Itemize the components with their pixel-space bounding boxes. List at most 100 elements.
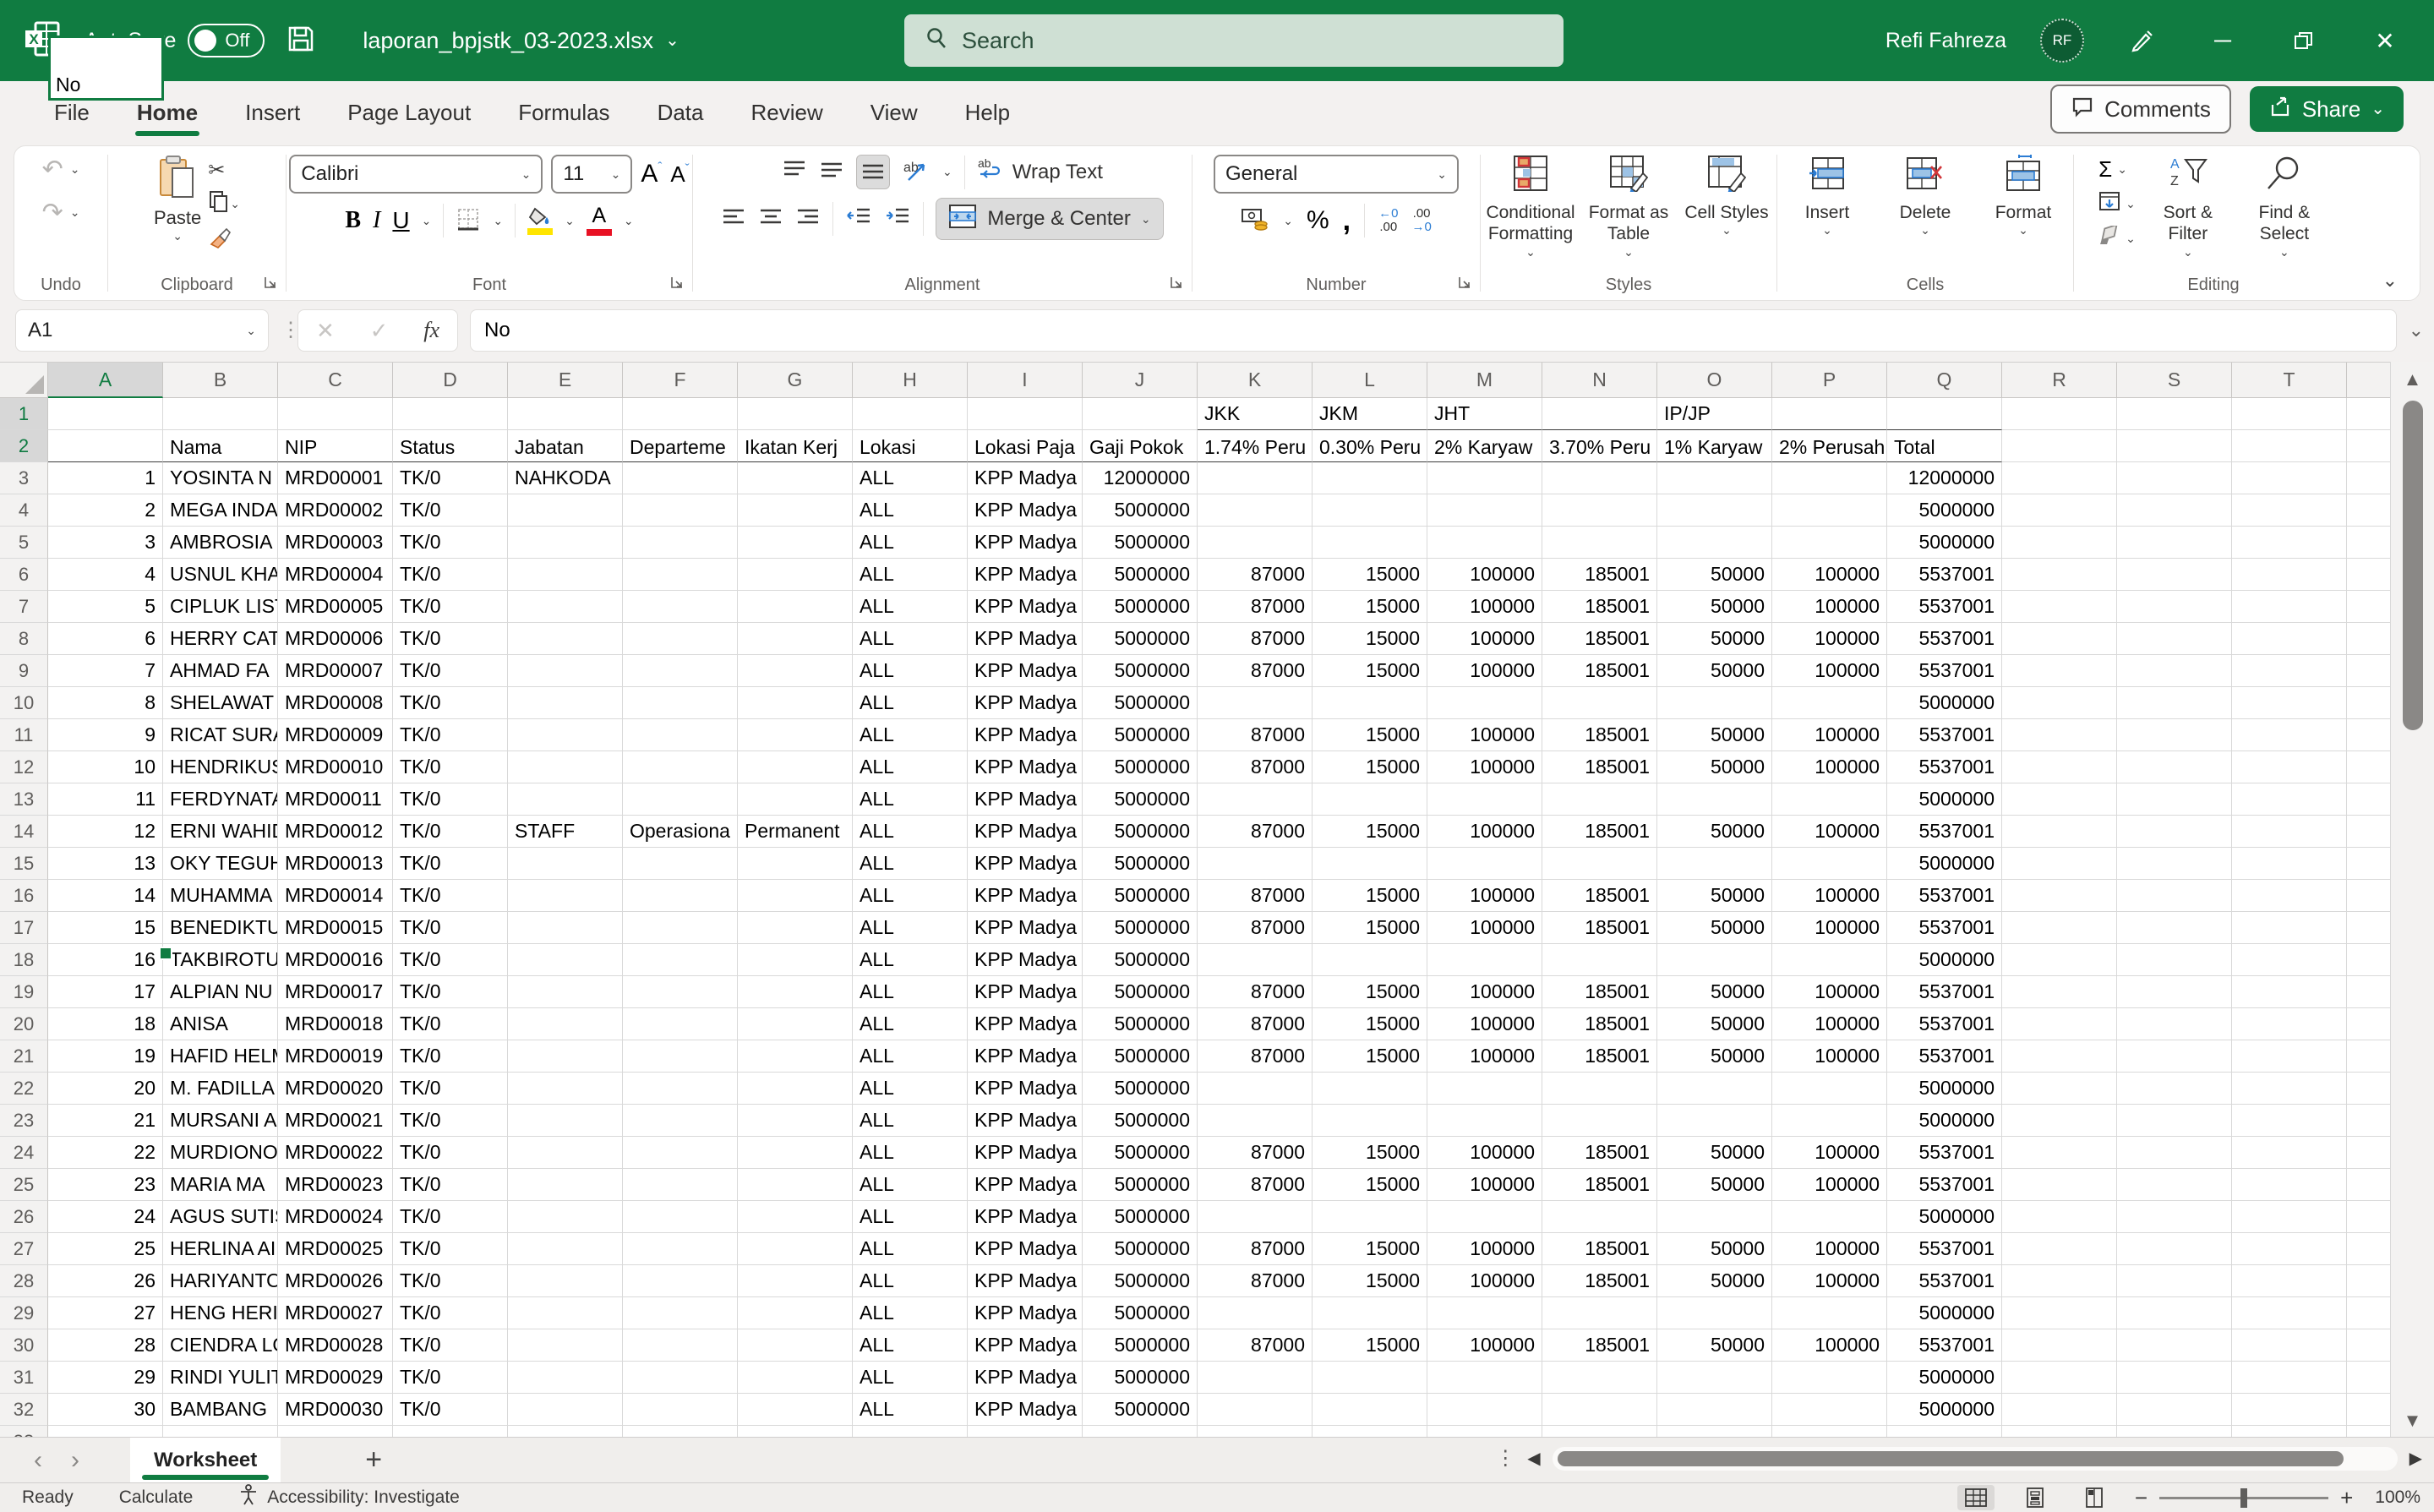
cell-I4[interactable]: KPP Madya <box>968 494 1083 527</box>
cell-F14[interactable]: Operasiona <box>623 816 738 848</box>
cell-F33[interactable] <box>623 1426 738 1437</box>
insert-cells-button[interactable]: Insert ⌄ <box>1781 155 1874 237</box>
cell-C5[interactable]: MRD00003 <box>278 527 393 559</box>
cell-D26[interactable]: TK/0 <box>393 1201 508 1233</box>
cell-P1[interactable] <box>1772 398 1887 430</box>
cell-T18[interactable] <box>2232 944 2347 976</box>
cell-L6[interactable]: 15000 <box>1313 559 1427 591</box>
row-header-32[interactable]: 32 <box>0 1394 48 1426</box>
underline-button[interactable]: U <box>392 207 409 234</box>
cell-Q14[interactable]: 5537001 <box>1887 816 2002 848</box>
cell-C17[interactable]: MRD00015 <box>278 912 393 944</box>
cell-K7[interactable]: 87000 <box>1198 591 1313 623</box>
close-button[interactable]: ✕ <box>2361 27 2409 55</box>
cell-S29[interactable] <box>2117 1297 2232 1329</box>
cell-J28[interactable]: 5000000 <box>1083 1265 1198 1297</box>
cut-button[interactable]: ✂ <box>208 158 225 183</box>
cell-G17[interactable] <box>738 912 853 944</box>
cell-B21[interactable]: HAFID HELM <box>163 1040 278 1073</box>
cell-R18[interactable] <box>2002 944 2117 976</box>
cell-D2[interactable]: Status <box>393 430 508 462</box>
cell-F10[interactable] <box>623 687 738 719</box>
cell-E4[interactable] <box>508 494 623 527</box>
cell-Q17[interactable]: 5537001 <box>1887 912 2002 944</box>
cell-F13[interactable] <box>623 783 738 816</box>
cell-Q11[interactable]: 5537001 <box>1887 719 2002 751</box>
cell-Q1[interactable] <box>1887 398 2002 430</box>
column-header-E[interactable]: E <box>508 363 623 398</box>
cell-L28[interactable]: 15000 <box>1313 1265 1427 1297</box>
cell-U4[interactable] <box>2347 494 2390 527</box>
number-dialog-launcher[interactable] <box>1458 276 1471 293</box>
copy-button[interactable]: ⌄ <box>208 189 240 219</box>
cell-H4[interactable]: ALL <box>853 494 968 527</box>
row-header-6[interactable]: 6 <box>0 559 48 591</box>
cell-Q9[interactable]: 5537001 <box>1887 655 2002 687</box>
cell-E14[interactable]: STAFF <box>508 816 623 848</box>
cell-O4[interactable] <box>1657 494 1772 527</box>
column-header-I[interactable]: I <box>968 363 1083 398</box>
increase-font-button[interactable]: Aˆ <box>641 160 662 188</box>
cell-U19[interactable] <box>2347 976 2390 1008</box>
cell-R3[interactable] <box>2002 462 2117 494</box>
find-select-button[interactable]: Find & Select ⌄ <box>2240 155 2328 259</box>
cell-N23[interactable] <box>1542 1105 1657 1137</box>
cell-N18[interactable] <box>1542 944 1657 976</box>
cell-S24[interactable] <box>2117 1137 2232 1169</box>
column-header-S[interactable]: S <box>2117 363 2232 398</box>
cell-A20[interactable]: 18 <box>48 1008 163 1040</box>
cell-Q28[interactable]: 5537001 <box>1887 1265 2002 1297</box>
clear-button[interactable]: ⌄ <box>2098 226 2136 252</box>
cell-G5[interactable] <box>738 527 853 559</box>
minimize-button[interactable]: ─ <box>2199 27 2246 54</box>
cell-O9[interactable]: 50000 <box>1657 655 1772 687</box>
cell-U23[interactable] <box>2347 1105 2390 1137</box>
row-header-16[interactable]: 16 <box>0 880 48 912</box>
cell-I20[interactable]: KPP Madya <box>968 1008 1083 1040</box>
cell-P13[interactable] <box>1772 783 1887 816</box>
middle-align-button[interactable] <box>819 159 844 185</box>
cell-P14[interactable]: 100000 <box>1772 816 1887 848</box>
column-header-M[interactable]: M <box>1427 363 1542 398</box>
cell-B16[interactable]: MUHAMMA <box>163 880 278 912</box>
cell-H6[interactable]: ALL <box>853 559 968 591</box>
cell-O8[interactable]: 50000 <box>1657 623 1772 655</box>
tab-help[interactable]: Help <box>945 91 1030 134</box>
cell-E2[interactable]: Jabatan <box>508 430 623 462</box>
cell-K24[interactable]: 87000 <box>1198 1137 1313 1169</box>
column-header-C[interactable]: C <box>278 363 393 398</box>
cell-Q5[interactable]: 5000000 <box>1887 527 2002 559</box>
cell-B18[interactable]: TAKBIROTU <box>163 944 278 976</box>
bold-button[interactable]: B <box>345 207 361 234</box>
cell-I26[interactable]: KPP Madya <box>968 1201 1083 1233</box>
cell-H16[interactable]: ALL <box>853 880 968 912</box>
cell-N19[interactable]: 185001 <box>1542 976 1657 1008</box>
cell-L20[interactable]: 15000 <box>1313 1008 1427 1040</box>
cell-A8[interactable]: 6 <box>48 623 163 655</box>
cell-R8[interactable] <box>2002 623 2117 655</box>
cell-S16[interactable] <box>2117 880 2232 912</box>
cell-B23[interactable]: MURSANI A <box>163 1105 278 1137</box>
cell-H25[interactable]: ALL <box>853 1169 968 1201</box>
cell-E26[interactable] <box>508 1201 623 1233</box>
cell-N27[interactable]: 185001 <box>1542 1233 1657 1265</box>
cell-J4[interactable]: 5000000 <box>1083 494 1198 527</box>
cell-H8[interactable]: ALL <box>853 623 968 655</box>
cell-D22[interactable]: TK/0 <box>393 1073 508 1105</box>
cell-P27[interactable]: 100000 <box>1772 1233 1887 1265</box>
bottom-align-button[interactable] <box>856 155 890 189</box>
cell-K21[interactable]: 87000 <box>1198 1040 1313 1073</box>
cell-K11[interactable]: 87000 <box>1198 719 1313 751</box>
merge-center-button[interactable]: Merge & Center ⌄ <box>936 198 1163 240</box>
cell-Q25[interactable]: 5537001 <box>1887 1169 2002 1201</box>
cell-A3[interactable]: 1 <box>48 462 163 494</box>
cell-D10[interactable]: TK/0 <box>393 687 508 719</box>
paste-button[interactable]: Paste ⌄ <box>154 155 201 255</box>
cell-U12[interactable] <box>2347 751 2390 783</box>
cell-U33[interactable] <box>2347 1426 2390 1437</box>
cell-H5[interactable]: ALL <box>853 527 968 559</box>
cell-T17[interactable] <box>2232 912 2347 944</box>
cell-H20[interactable]: ALL <box>853 1008 968 1040</box>
cell-J24[interactable]: 5000000 <box>1083 1137 1198 1169</box>
cell-P12[interactable]: 100000 <box>1772 751 1887 783</box>
